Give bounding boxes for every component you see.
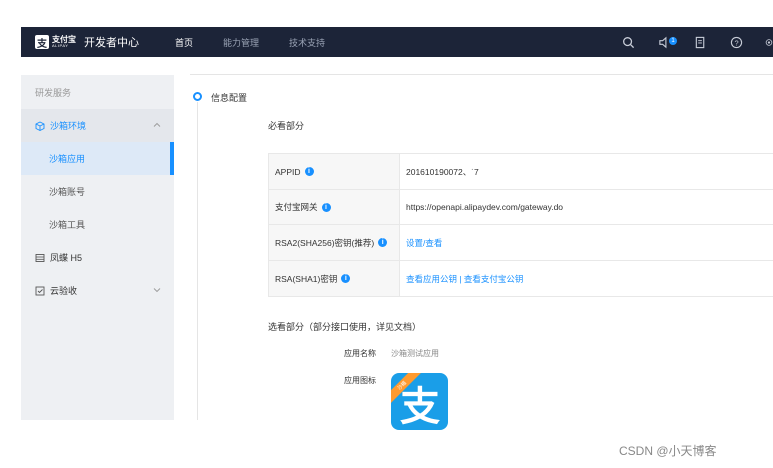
row-label: RSA2(SHA256)密钥(推荐) i <box>268 225 400 260</box>
app-icon-glyph: 支 <box>400 384 440 430</box>
sidebar-item-sandbox-app[interactable]: 沙箱应用 <box>21 142 174 175</box>
required-section-title: 必看部分 <box>268 121 305 131</box>
step-line <box>197 102 198 420</box>
info-icon[interactable]: i <box>321 202 331 212</box>
app-title: 开发者中心 <box>84 37 139 49</box>
row-value: 设置/查看 <box>400 225 773 260</box>
set-view-link[interactable]: 设置/查看 <box>406 237 442 249</box>
row-label-text: APPID <box>275 166 301 177</box>
row-label-text: RSA(SHA1)密钥 <box>275 273 338 284</box>
info-icon[interactable]: i <box>341 274 351 283</box>
sidebar-group-cloud-acceptance[interactable]: 云验收 <box>21 274 174 307</box>
row-label: RSA(SHA1)密钥 i <box>268 261 400 296</box>
grid-icon <box>35 253 45 263</box>
chevron-down-icon <box>153 288 161 293</box>
sidebar-group-label: 云验收 <box>50 286 78 296</box>
step-title: 信息配置 <box>211 93 248 103</box>
top-nav-bar: 支 支付宝 ALIPAY 开发者中心 首页 能力管理 技术支持 1 ? <box>21 27 773 57</box>
app-icon-label: 应用图标 <box>344 376 376 385</box>
speaker-icon[interactable]: 1 <box>657 35 677 49</box>
check-icon <box>35 286 45 296</box>
content-divider <box>190 74 773 75</box>
main-nav: 首页 能力管理 技术支持 <box>175 27 355 57</box>
sidebar-group-label: 凤蝶 H5 <box>50 253 83 263</box>
watermark: CSDN @小天博客 <box>619 444 717 458</box>
svg-text:?: ? <box>734 38 738 47</box>
info-icon[interactable]: i <box>378 238 388 247</box>
sidebar-group-fengdie[interactable]: 凤蝶 H5 <box>21 241 174 274</box>
alipay-zhi-icon: 支 <box>400 384 440 430</box>
help-icon[interactable]: ? <box>729 35 743 49</box>
sidebar-header: 研发服务 <box>35 87 72 98</box>
cube-icon <box>35 120 45 131</box>
optional-section-title: 选看部分（部分接口使用，详见文档） <box>268 322 422 332</box>
sidebar-item-sandbox-tools[interactable]: 沙箱工具 <box>21 208 174 241</box>
view-public-keys-link[interactable]: 查看应用公钥 | 查看支付宝公钥 <box>406 273 523 285</box>
notification-badge: 1 <box>669 37 677 45</box>
nav-home[interactable]: 首页 <box>175 27 193 57</box>
nav-capability-management[interactable]: 能力管理 <box>223 27 259 57</box>
row-value: 查看应用公钥 | 查看支付宝公钥 <box>400 261 773 296</box>
table-row: 支付宝网关 i https://openapi.alipaydev.com/ga… <box>268 190 773 225</box>
chevron-up-icon <box>153 122 161 127</box>
row-label-text: RSA2(SHA256)密钥(推荐) <box>275 237 375 248</box>
nav-tech-support[interactable]: 技术支持 <box>289 27 325 57</box>
app-name-value: 沙箱测试应用 <box>391 349 439 358</box>
sidebar-group-label: 沙箱环境 <box>50 121 87 131</box>
row-label-text: 支付宝网关 <box>275 202 318 212</box>
row-value: https://openapi.alipaydev.com/gateway.do <box>406 202 564 212</box>
table-row: APPID i 201610190072、˙7 <box>268 154 773 190</box>
alipay-logo-icon: 支 <box>35 35 49 50</box>
table-row: RSA(SHA1)密钥 i 查看应用公钥 | 查看支付宝公钥 <box>268 261 773 297</box>
sidebar-item-sandbox-account[interactable]: 沙箱账号 <box>21 175 174 208</box>
info-icon[interactable]: i <box>304 167 314 176</box>
step-indicator-icon <box>193 92 202 101</box>
row-label: 支付宝网关 i <box>268 190 400 224</box>
nav-tools: 1 ? <box>621 27 773 57</box>
row-value: 201610190072、˙7 <box>406 166 479 177</box>
app-icon: 沙箱 支 <box>391 373 448 430</box>
logo[interactable]: 支 支付宝 ALIPAY 开发者中心 <box>35 34 175 50</box>
document-icon[interactable] <box>693 35 707 49</box>
table-row: RSA2(SHA256)密钥(推荐) i 设置/查看 <box>268 225 773 261</box>
config-table: APPID i 201610190072、˙7 支付宝网关 i https://… <box>268 153 773 297</box>
sidebar-group-sandbox[interactable]: 沙箱环境 <box>21 109 174 142</box>
sidebar: 研发服务 沙箱环境 沙箱应用 沙箱账号 沙箱工具 凤蝶 H5 云验收 <box>21 75 174 420</box>
app-name-label: 应用名称 <box>344 349 376 358</box>
logo-brand: 支付宝 ALIPAY <box>52 36 76 48</box>
logo-brand-en: ALIPAY <box>52 43 69 48</box>
settings-icon[interactable] <box>765 35 773 49</box>
row-label: APPID i <box>268 154 400 189</box>
search-icon[interactable] <box>621 35 635 49</box>
